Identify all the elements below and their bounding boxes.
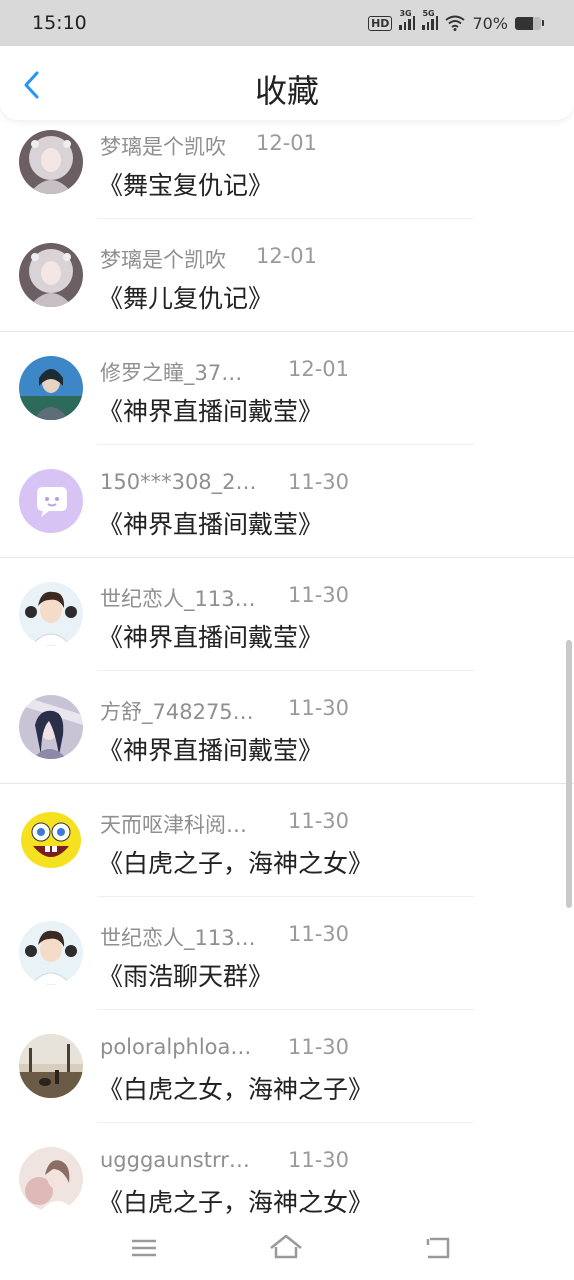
date: 12-01 bbox=[288, 357, 350, 381]
user-name: 天而呕津科阅… bbox=[100, 813, 247, 837]
navigation-bar bbox=[0, 1220, 574, 1280]
avatar[interactable] bbox=[19, 808, 83, 872]
list-item[interactable]: poloralphloa… 11-30 《白虎之女，海神之子》 bbox=[0, 1010, 574, 1123]
return-button[interactable] bbox=[418, 1232, 458, 1264]
list-item[interactable]: 方舒_748275… 11-30 《神界直播间戴莹》 bbox=[0, 671, 574, 784]
status-bar: 15:10 HD 3G 5G 70% bbox=[0, 0, 574, 46]
user-name: 方舒_748275… bbox=[100, 700, 254, 724]
date: 11-30 bbox=[288, 1035, 350, 1059]
user-name: 150***308_2… bbox=[100, 470, 257, 494]
status-time: 15:10 bbox=[32, 12, 87, 34]
list-item[interactable]: ugggaunstrr… 11-30 《白虎之子，海神之女》 bbox=[0, 1123, 574, 1220]
book-title: 《神界直播间戴莹》 bbox=[98, 510, 324, 539]
book-title: 《舞宝复仇记》 bbox=[98, 171, 274, 200]
date: 12-01 bbox=[256, 244, 318, 268]
list-item[interactable]: 梦璃是个凯吹 12-01 《舞儿复仇记》 bbox=[0, 219, 574, 332]
list-item[interactable]: 梦璃是个凯吹 12-01 《舞宝复仇记》 bbox=[0, 106, 574, 219]
book-title: 《神界直播间戴莹》 bbox=[98, 623, 324, 652]
avatar[interactable] bbox=[19, 130, 83, 194]
list-item[interactable]: 世纪恋人_113… 11-30 《神界直播间戴莹》 bbox=[0, 558, 574, 671]
book-title: 《白虎之子，海神之女》 bbox=[98, 1188, 374, 1217]
date: 11-30 bbox=[288, 696, 350, 720]
battery-percent: 70% bbox=[472, 13, 508, 33]
date: 12-01 bbox=[256, 131, 318, 155]
user-name: 世纪恋人_113… bbox=[100, 926, 256, 950]
avatar[interactable] bbox=[19, 921, 83, 985]
user-name: poloralphloa… bbox=[100, 1035, 252, 1059]
date: 11-30 bbox=[288, 583, 350, 607]
wifi-icon bbox=[445, 15, 466, 31]
book-title: 《白虎之子，海神之女》 bbox=[98, 849, 374, 878]
battery-icon bbox=[515, 16, 541, 30]
favorites-list: 梦璃是个凯吹 12-01 《舞宝复仇记》 梦璃是个凯吹 12-01 《舞儿复仇记… bbox=[0, 106, 574, 1220]
status-icons: HD 3G 5G 70% bbox=[368, 9, 544, 33]
menu-button[interactable] bbox=[124, 1232, 164, 1264]
user-name: 修罗之瞳_37… bbox=[100, 361, 243, 385]
hd-icon: HD bbox=[368, 15, 393, 31]
book-title: 《白虎之女，海神之子》 bbox=[98, 1075, 374, 1104]
user-name: 梦璃是个凯吹 bbox=[100, 248, 226, 272]
signal-3g-icon: 3G bbox=[399, 9, 416, 30]
book-title: 《雨浩聊天群》 bbox=[98, 962, 274, 991]
date: 11-30 bbox=[288, 1148, 350, 1172]
home-button[interactable] bbox=[266, 1232, 306, 1264]
return-icon bbox=[426, 1237, 450, 1259]
date: 11-30 bbox=[288, 809, 350, 833]
list-item[interactable]: 150***308_2… 11-30 《神界直播间戴莹》 bbox=[0, 445, 574, 558]
list-item[interactable]: 天而呕津科阅… 11-30 《白虎之子，海神之女》 bbox=[0, 784, 574, 897]
avatar[interactable] bbox=[19, 356, 83, 420]
avatar[interactable] bbox=[19, 1034, 83, 1098]
date: 11-30 bbox=[288, 922, 350, 946]
book-title: 《神界直播间戴莹》 bbox=[98, 736, 324, 765]
list-item[interactable]: 世纪恋人_113… 11-30 《雨浩聊天群》 bbox=[0, 897, 574, 1010]
scrollbar[interactable] bbox=[566, 640, 572, 908]
user-name: 世纪恋人_113… bbox=[100, 587, 256, 611]
book-title: 《舞儿复仇记》 bbox=[98, 284, 274, 313]
signal-5g-icon: 5G bbox=[422, 9, 439, 30]
avatar[interactable] bbox=[19, 582, 83, 646]
page-title: 收藏 bbox=[254, 72, 319, 110]
menu-icon bbox=[132, 1239, 156, 1257]
list-item[interactable]: 修罗之瞳_37… 12-01 《神界直播间戴莹》 bbox=[0, 332, 574, 445]
user-name: 梦璃是个凯吹 bbox=[100, 135, 226, 159]
avatar[interactable] bbox=[19, 469, 83, 533]
avatar[interactable] bbox=[19, 1147, 83, 1211]
date: 11-30 bbox=[288, 470, 350, 494]
header: 收藏 bbox=[0, 46, 574, 120]
user-name: ugggaunstrr… bbox=[100, 1148, 250, 1172]
avatar[interactable] bbox=[19, 695, 83, 759]
avatar[interactable] bbox=[19, 243, 83, 307]
home-icon bbox=[270, 1234, 302, 1259]
book-title: 《神界直播间戴莹》 bbox=[98, 397, 324, 426]
